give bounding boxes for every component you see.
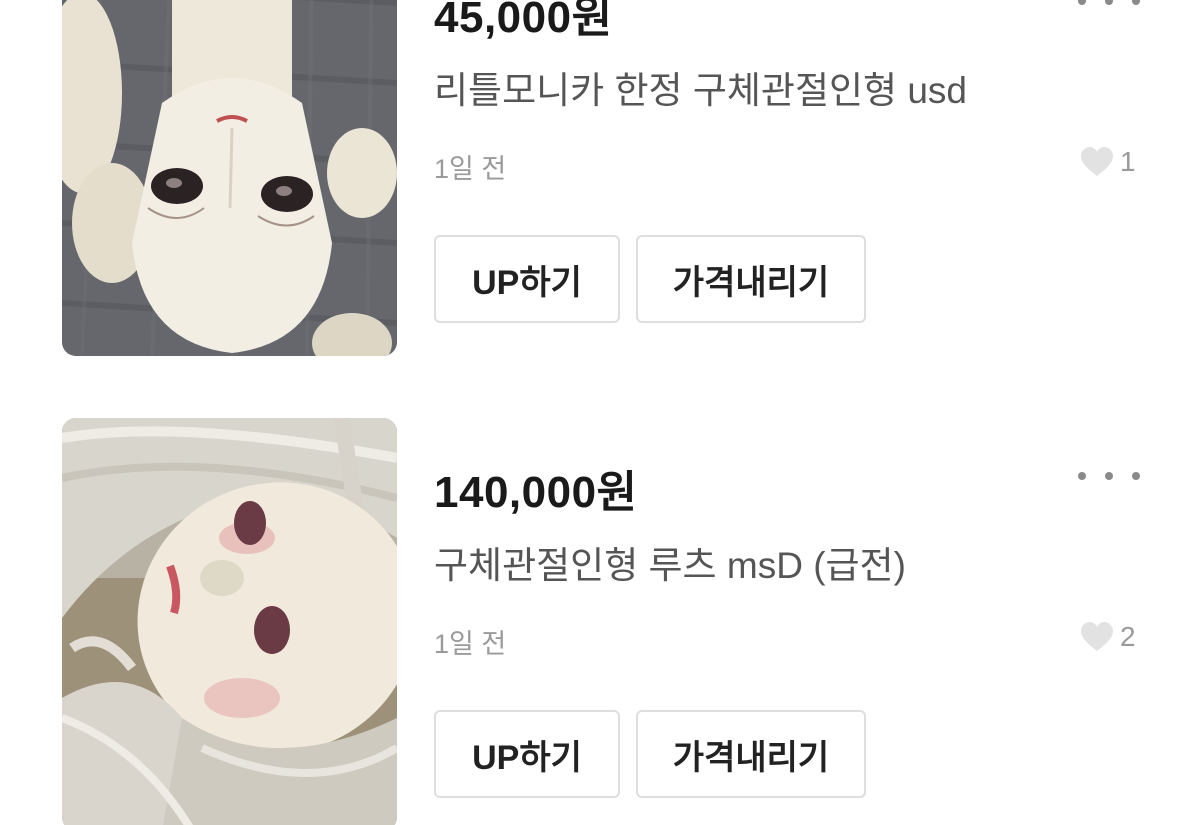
listing-card[interactable]: 140,000원 구체관절인형 루츠 msD (급전) 1일 전 2 UP하기 … (0, 418, 1200, 825)
posted-time: 1일 전 (434, 629, 507, 659)
more-options-button[interactable] (1078, 466, 1140, 486)
up-button[interactable]: UP하기 (434, 710, 620, 798)
product-thumbnail[interactable] (62, 418, 397, 825)
doll-photo-icon (62, 418, 397, 825)
product-price: 140,000원 (434, 468, 638, 517)
lower-price-button[interactable]: 가격내리기 (636, 710, 866, 798)
heart-icon (1081, 622, 1113, 651)
product-thumbnail[interactable] (62, 0, 397, 356)
sales-list: 45,000원 리틀모니카 한정 구체관절인형 usd 1일 전 1 UP하기 … (0, 0, 1200, 825)
product-title[interactable]: 리틀모니카 한정 구체관절인형 usd (434, 60, 967, 114)
product-title[interactable]: 구체관절인형 루츠 msD (급전) (434, 535, 906, 589)
like-count: 2 (1120, 621, 1136, 652)
listing-card[interactable]: 45,000원 리틀모니카 한정 구체관절인형 usd 1일 전 1 UP하기 … (0, 0, 1200, 363)
more-horizontal-icon (1078, 0, 1086, 5)
heart-icon (1081, 147, 1113, 176)
more-horizontal-icon (1078, 472, 1086, 480)
like-count: 1 (1120, 146, 1136, 177)
like-count-group: 1 (1080, 143, 1136, 181)
up-button[interactable]: UP하기 (434, 235, 620, 323)
lower-price-button[interactable]: 가격내리기 (636, 235, 866, 323)
product-price: 45,000원 (434, 0, 613, 42)
posted-time: 1일 전 (434, 154, 507, 184)
doll-photo-icon (62, 0, 397, 356)
more-options-button[interactable] (1078, 0, 1140, 11)
like-count-group: 2 (1080, 618, 1136, 656)
